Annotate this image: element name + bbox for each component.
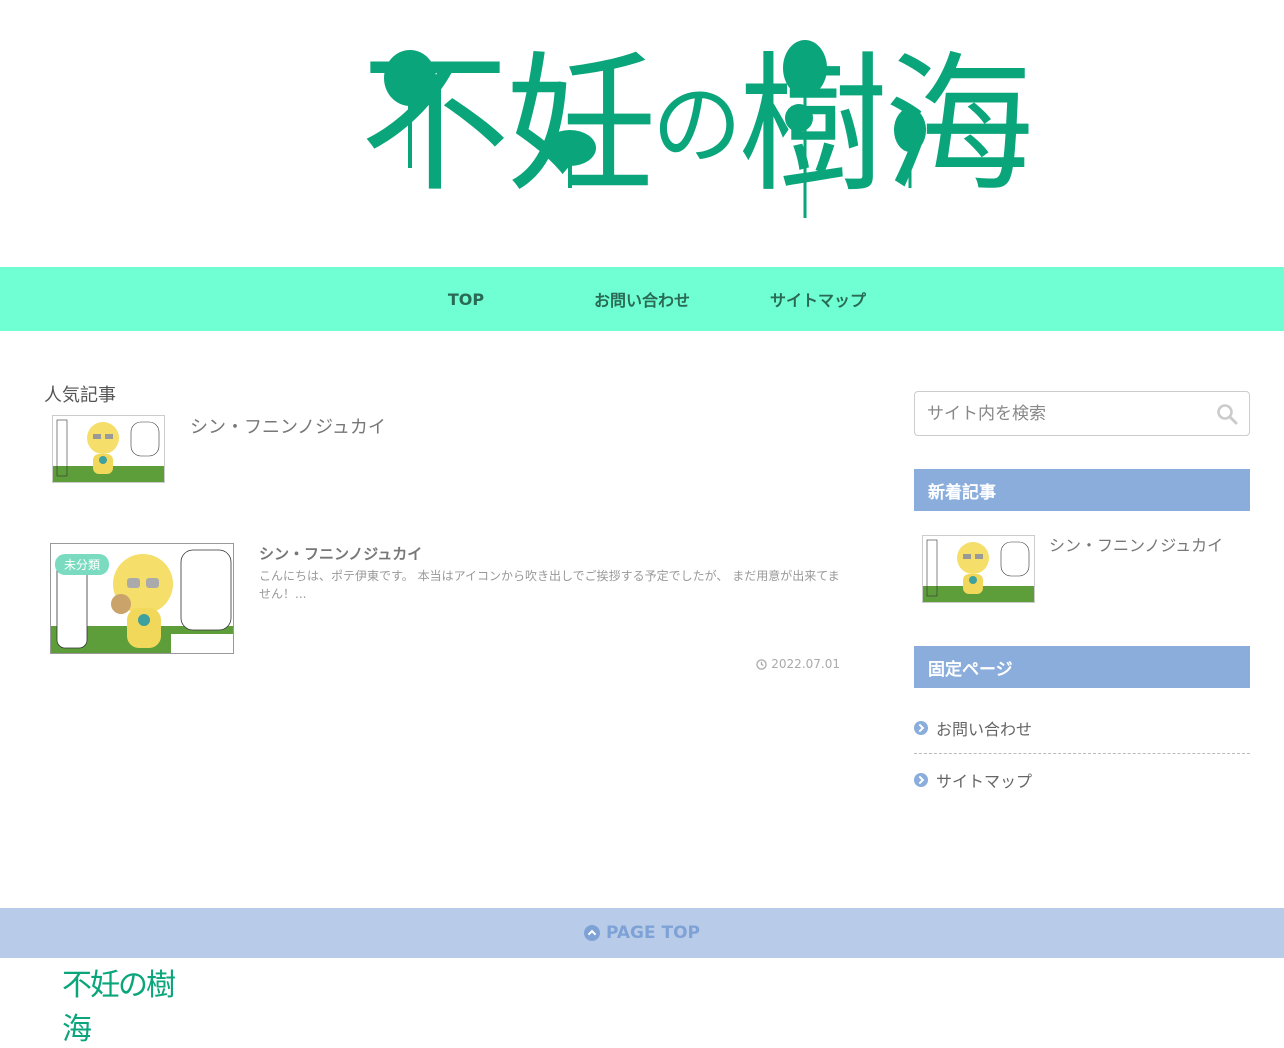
post-card[interactable]: 未分類 シン・フニンノジュカイ こんにちは、ポテ伊東です。 本当はアイコンから吹… <box>50 543 840 673</box>
fixed-page-sitemap[interactable]: サイトマップ <box>914 754 1250 805</box>
site-footer: 不妊の樹海 <box>0 958 1284 1047</box>
manga-thumbnail-image <box>923 536 1034 602</box>
popular-post-thumbnail[interactable] <box>52 415 165 483</box>
popular-post-title[interactable]: シン・フニンノジュカイ <box>190 413 386 439</box>
chevron-right-icon <box>914 721 928 735</box>
new-posts-heading: 新着記事 <box>914 469 1250 511</box>
popular-post-item[interactable]: シン・フニンノジュカイ <box>52 415 552 485</box>
category-badge[interactable]: 未分類 <box>55 554 110 575</box>
logo-char-2: 妊 <box>506 38 656 213</box>
new-post-item[interactable]: シン・フニンノジュカイ <box>922 535 1250 605</box>
fixed-pages-list: お問い合わせ サイトマップ <box>914 703 1250 805</box>
fixed-page-label: お問い合わせ <box>936 720 1033 739</box>
post-card-date: 2022.07.01 <box>756 657 840 671</box>
site-header: 不 妊 の 樹 海 <box>0 0 1284 267</box>
search-icon[interactable] <box>1215 402 1239 426</box>
site-logo[interactable]: 不 妊 の 樹 海 <box>360 28 1034 223</box>
new-post-title[interactable]: シン・フニンノジュカイ <box>1049 532 1223 556</box>
footer-logo[interactable]: 不妊の樹海 <box>62 968 178 1047</box>
nav-item-sitemap[interactable]: サイトマップ <box>730 267 906 331</box>
nav-list: TOP お問い合わせ サイトマップ <box>378 267 906 331</box>
clock-icon <box>756 658 768 670</box>
search-input[interactable] <box>915 393 1205 434</box>
global-nav: TOP お問い合わせ サイトマップ <box>0 267 1284 331</box>
fixed-pages-heading: 固定ページ <box>914 646 1250 688</box>
page-top-button[interactable]: PAGE TOP <box>0 908 1284 958</box>
fixed-page-contact[interactable]: お問い合わせ <box>914 703 1250 754</box>
logo-char-1: 不 <box>360 38 510 213</box>
chevron-up-icon <box>583 925 600 941</box>
popular-posts-title: 人気記事 <box>44 385 116 406</box>
page-top-label: PAGE TOP <box>605 923 701 943</box>
nav-item-contact[interactable]: お問い合わせ <box>554 267 730 331</box>
logo-char-5: 海 <box>884 38 1034 213</box>
fixed-page-label: サイトマップ <box>936 771 1033 791</box>
logo-char-3: の <box>652 72 742 178</box>
post-date-text: 2022.07.01 <box>771 657 840 671</box>
search-box <box>914 391 1250 436</box>
post-card-snippet: こんにちは、ポテ伊東です。 本当はアイコンから吹き出しでご挨拶する予定でしたが、… <box>259 569 840 601</box>
new-post-thumbnail[interactable] <box>922 535 1035 603</box>
post-card-thumbnail[interactable]: 未分類 <box>50 543 234 654</box>
nav-item-top[interactable]: TOP <box>378 267 554 331</box>
chevron-right-icon <box>914 772 928 787</box>
post-card-title[interactable]: シン・フニンノジュカイ <box>259 543 422 564</box>
logo-char-4: 樹 <box>738 38 888 213</box>
site-logo-text: 不 妊 の 樹 海 <box>360 28 1034 223</box>
manga-thumbnail-image <box>53 416 164 482</box>
